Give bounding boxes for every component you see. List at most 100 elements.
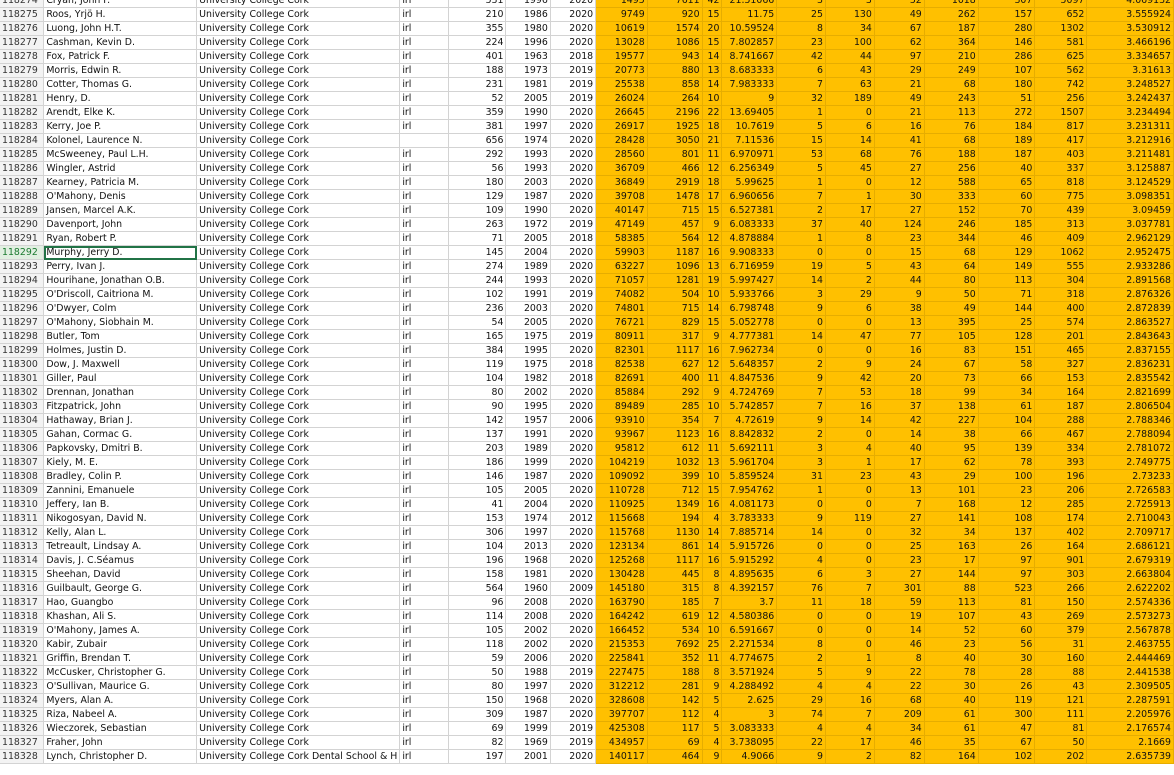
cell-value[interactable]: 34 bbox=[978, 385, 1036, 400]
cell-value[interactable]: 236 bbox=[448, 301, 507, 316]
cell-value[interactable]: 69 bbox=[448, 721, 507, 736]
cell-value[interactable]: 359 bbox=[448, 105, 507, 120]
cell-value[interactable]: 3.242437 bbox=[1086, 91, 1174, 106]
cell-value[interactable]: 5.052778 bbox=[721, 315, 778, 330]
cell-value[interactable]: 16 bbox=[702, 553, 723, 568]
cell-country[interactable]: irl bbox=[399, 245, 449, 260]
row-header[interactable]: 118281 bbox=[0, 91, 45, 106]
cell-value[interactable]: 1574 bbox=[647, 21, 703, 36]
cell-value[interactable]: 9 bbox=[825, 665, 875, 680]
cell-country[interactable]: irl bbox=[399, 413, 449, 428]
cell-country[interactable]: irl bbox=[399, 189, 449, 204]
cell-value[interactable]: 42 bbox=[776, 49, 826, 64]
cell-institution[interactable]: University College Cork bbox=[196, 651, 401, 666]
cell-value[interactable]: 379 bbox=[1034, 623, 1088, 638]
cell-value[interactable]: 0 bbox=[776, 623, 826, 638]
cell-value[interactable]: 274 bbox=[448, 259, 507, 274]
cell-value[interactable]: 14 bbox=[776, 329, 826, 344]
cell-value[interactable]: 0 bbox=[776, 315, 826, 330]
cell-name[interactable]: Cotter, Thomas G. bbox=[43, 77, 198, 92]
cell-country[interactable]: irl bbox=[399, 441, 449, 456]
cell-value[interactable]: 43 bbox=[874, 469, 925, 484]
cell-value[interactable]: 7611 bbox=[647, 0, 703, 8]
cell-value[interactable]: 2.686121 bbox=[1086, 539, 1174, 554]
cell-value[interactable]: 10 bbox=[702, 469, 723, 484]
cell-value[interactable]: 2196 bbox=[647, 105, 703, 120]
cell-value[interactable]: 187 bbox=[924, 21, 979, 36]
cell-value[interactable]: 1972 bbox=[505, 217, 551, 232]
cell-value[interactable]: 38 bbox=[924, 427, 979, 442]
cell-value[interactable]: 2020 bbox=[550, 35, 597, 50]
cell-value[interactable]: 130428 bbox=[595, 567, 648, 582]
cell-value[interactable]: 124 bbox=[874, 217, 925, 232]
cell-value[interactable]: 95 bbox=[924, 441, 979, 456]
cell-value[interactable]: 1302 bbox=[1034, 21, 1088, 36]
cell-value[interactable]: 3.530912 bbox=[1086, 21, 1174, 36]
cell-value[interactable]: 5.99625 bbox=[721, 175, 778, 190]
cell-value[interactable]: 180 bbox=[448, 175, 507, 190]
cell-institution[interactable]: University College Cork bbox=[196, 469, 401, 484]
cell-value[interactable]: 534 bbox=[647, 623, 703, 638]
cell-value[interactable]: 317 bbox=[647, 329, 703, 344]
cell-value[interactable]: 164 bbox=[924, 749, 979, 764]
cell-value[interactable]: 4.392157 bbox=[721, 581, 778, 596]
cell-value[interactable]: 612 bbox=[647, 441, 703, 456]
cell-country[interactable]: irl bbox=[399, 301, 449, 316]
cell-value[interactable]: 16 bbox=[825, 693, 875, 708]
cell-value[interactable]: 2.837155 bbox=[1086, 343, 1174, 358]
cell-country[interactable]: irl bbox=[399, 693, 449, 708]
cell-value[interactable]: 16 bbox=[874, 343, 925, 358]
cell-value[interactable]: 68 bbox=[874, 693, 925, 708]
cell-value[interactable]: 1123 bbox=[647, 427, 703, 442]
cell-value[interactable]: 1032 bbox=[647, 455, 703, 470]
cell-value[interactable]: 2.574336 bbox=[1086, 595, 1174, 610]
cell-value[interactable]: 531 bbox=[448, 0, 507, 8]
cell-value[interactable]: 224 bbox=[448, 35, 507, 50]
row-header[interactable]: 118298 bbox=[0, 329, 45, 344]
cell-country[interactable]: irl bbox=[399, 357, 449, 372]
cell-value[interactable]: 9749 bbox=[595, 7, 648, 22]
cell-value[interactable]: 23 bbox=[978, 483, 1036, 498]
cell-value[interactable]: 114 bbox=[448, 609, 507, 624]
cell-value[interactable]: 27 bbox=[874, 203, 925, 218]
cell-value[interactable]: 12 bbox=[702, 161, 723, 176]
cell-institution[interactable]: University College Cork bbox=[196, 203, 401, 218]
cell-value[interactable]: 0 bbox=[825, 427, 875, 442]
cell-name[interactable]: Gahan, Cormac G. bbox=[43, 427, 198, 442]
cell-value[interactable]: 425308 bbox=[595, 721, 648, 736]
cell-value[interactable]: 49 bbox=[924, 301, 979, 316]
row-header[interactable]: 118326 bbox=[0, 721, 45, 736]
cell-value[interactable]: 355 bbox=[448, 21, 507, 36]
row-header[interactable]: 118304 bbox=[0, 413, 45, 428]
cell-value[interactable]: 47149 bbox=[595, 217, 648, 232]
cell-value[interactable]: 0 bbox=[825, 497, 875, 512]
cell-institution[interactable]: University College Cork bbox=[196, 35, 401, 50]
cell-value[interactable]: 15 bbox=[702, 315, 723, 330]
cell-value[interactable]: 17 bbox=[702, 189, 723, 204]
cell-value[interactable]: 244 bbox=[448, 273, 507, 288]
cell-value[interactable]: 2.709717 bbox=[1086, 525, 1174, 540]
cell-value[interactable]: 0 bbox=[825, 175, 875, 190]
cell-value[interactable]: 12 bbox=[978, 497, 1036, 512]
cell-value[interactable]: 301 bbox=[874, 581, 925, 596]
cell-value[interactable]: 26 bbox=[978, 539, 1036, 554]
cell-name[interactable]: Butler, Tom bbox=[43, 329, 198, 344]
cell-value[interactable]: 1990 bbox=[505, 105, 551, 120]
cell-value[interactable]: 59 bbox=[448, 651, 507, 666]
cell-country[interactable]: irl bbox=[399, 35, 449, 50]
cell-value[interactable]: 2.710043 bbox=[1086, 511, 1174, 526]
cell-value[interactable]: 4 bbox=[776, 721, 826, 736]
cell-value[interactable]: 4 bbox=[702, 735, 723, 750]
cell-country[interactable]: irl bbox=[399, 77, 449, 92]
cell-value[interactable]: 52 bbox=[924, 623, 979, 638]
cell-value[interactable]: 3.248527 bbox=[1086, 77, 1174, 92]
cell-value[interactable]: 203 bbox=[448, 441, 507, 456]
cell-value[interactable]: 3.09459 bbox=[1086, 203, 1174, 218]
cell-country[interactable]: irl bbox=[399, 749, 449, 764]
row-header[interactable]: 118320 bbox=[0, 637, 45, 652]
cell-institution[interactable]: University College Cork bbox=[196, 161, 401, 176]
cell-value[interactable]: 285 bbox=[647, 399, 703, 414]
cell-institution[interactable]: University College Cork bbox=[196, 511, 401, 526]
cell-value[interactable]: 562 bbox=[1034, 63, 1088, 78]
cell-value[interactable]: 8.842832 bbox=[721, 427, 778, 442]
